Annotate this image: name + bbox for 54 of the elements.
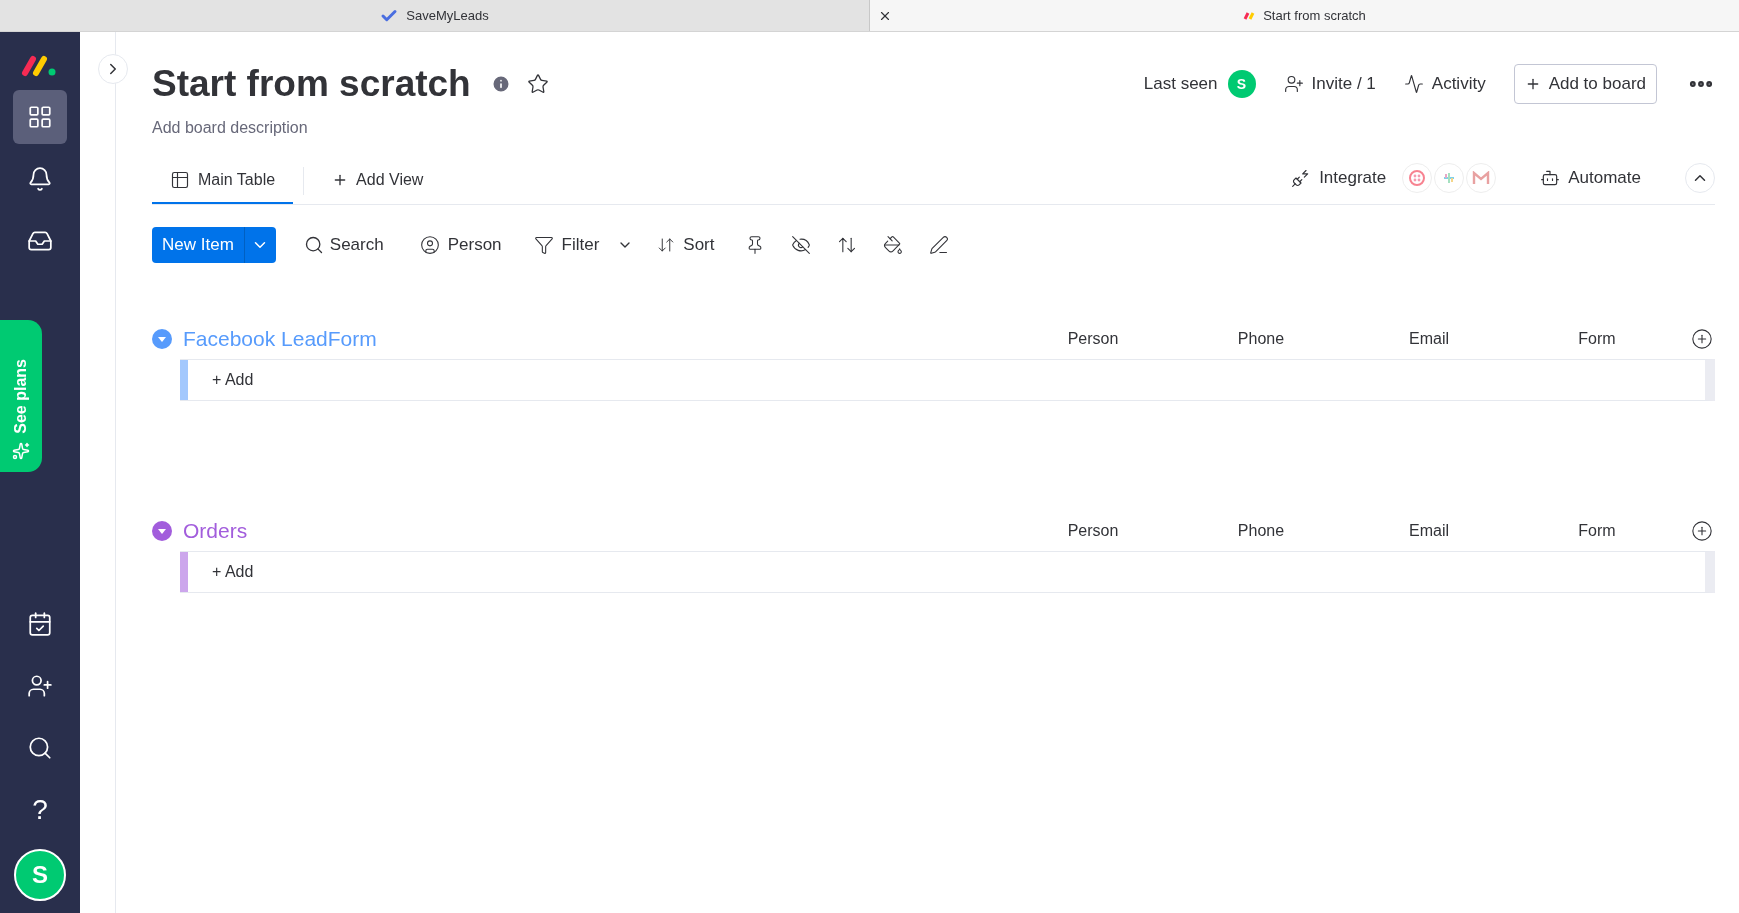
group-title[interactable]: Orders bbox=[183, 515, 248, 547]
add-item-label[interactable]: + Add bbox=[212, 368, 254, 392]
help-button[interactable]: ? bbox=[13, 783, 67, 837]
view-tab[interactable]: Main Table bbox=[152, 158, 294, 204]
browser-tab[interactable]: Start from scratch bbox=[870, 0, 1739, 31]
add-view-button[interactable]: Add View bbox=[314, 158, 442, 204]
sort-button[interactable]: Sort bbox=[657, 232, 715, 258]
activity-button[interactable]: Activity bbox=[1403, 71, 1486, 97]
integrate-button[interactable]: Integrate bbox=[1291, 165, 1387, 191]
info-icon[interactable] bbox=[490, 74, 511, 94]
search-icon bbox=[303, 235, 324, 255]
last-seen-label: Last seen bbox=[1143, 73, 1218, 96]
collapse-group-icon[interactable] bbox=[152, 329, 172, 349]
column-header: Email bbox=[1408, 521, 1450, 541]
invite-button[interactable]: Invite / 1 bbox=[1283, 71, 1376, 97]
add-item-row[interactable]: + Add bbox=[180, 359, 1715, 401]
filter-button[interactable]: Filter bbox=[533, 232, 600, 258]
filter-icon bbox=[533, 235, 554, 255]
add-item-row[interactable]: + Add bbox=[180, 551, 1715, 593]
collapse-group-icon[interactable] bbox=[152, 521, 172, 541]
add-column-icon[interactable] bbox=[1691, 328, 1713, 350]
grid-icon[interactable] bbox=[13, 90, 67, 144]
logo-icon bbox=[1243, 10, 1256, 21]
activity-icon bbox=[1403, 74, 1424, 94]
tab-title: SaveMyLeads bbox=[406, 6, 489, 25]
column-header: Person bbox=[1066, 521, 1120, 541]
tab-title: Start from scratch bbox=[1263, 6, 1366, 25]
robot-icon bbox=[1540, 168, 1561, 188]
pen-icon[interactable] bbox=[928, 235, 949, 255]
add-user-icon bbox=[1283, 74, 1304, 94]
hide-icon[interactable] bbox=[790, 235, 811, 255]
column-header: Email bbox=[1408, 329, 1450, 349]
column-header: Form bbox=[1577, 329, 1617, 349]
star-icon[interactable] bbox=[526, 73, 549, 95]
person-button[interactable]: Person bbox=[419, 232, 502, 258]
column-header: Phone bbox=[1236, 521, 1286, 541]
add-column-icon[interactable] bbox=[1691, 520, 1713, 542]
board-description[interactable]: Add board description bbox=[152, 116, 1715, 140]
browser-tab[interactable]: SaveMyLeads bbox=[0, 0, 870, 31]
expand-button[interactable] bbox=[98, 54, 128, 84]
table-icon bbox=[170, 170, 190, 190]
column-header: Phone bbox=[1236, 329, 1286, 349]
sort-icon bbox=[657, 236, 676, 254]
person-icon bbox=[419, 235, 440, 255]
board-title[interactable]: Start from scratch bbox=[152, 60, 471, 108]
column-header: Form bbox=[1577, 521, 1617, 541]
paint-bucket-icon[interactable] bbox=[882, 235, 903, 255]
add-item-label[interactable]: + Add bbox=[212, 560, 254, 584]
row-height-icon[interactable] bbox=[836, 235, 857, 255]
add-to-board-button[interactable]: Add to board bbox=[1513, 64, 1657, 104]
column-header: Person bbox=[1066, 329, 1120, 349]
search-button[interactable]: Search bbox=[303, 232, 384, 258]
automate-button[interactable]: Automate bbox=[1540, 165, 1641, 191]
sparkles-icon bbox=[12, 442, 30, 460]
